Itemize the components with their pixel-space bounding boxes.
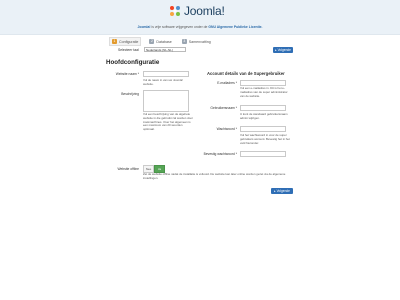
next-button-bottom[interactable]: ▸ Volgende [271,188,293,194]
step-configuration[interactable]: 1 Configuratie [109,37,142,46]
username-help: U kunt de standaard gebruikersnaam admin… [240,112,288,120]
step-database[interactable]: 2 Database [147,37,173,46]
site-name-label: Website naam * [115,72,139,76]
logo-text: Joomla! [184,4,225,18]
site-name-input[interactable] [143,71,189,77]
admin-heading: Account details van de Supergebruiker [207,71,285,76]
step-label: Samenvatting [188,39,211,44]
step-number: 1 [112,39,117,44]
username-label: Gebruikersnaam * [210,106,237,110]
next-button-top[interactable]: ▸ Volgende [273,47,293,53]
step-summary[interactable]: 3 Samenvatting [180,37,213,46]
main-heading: Hoofdconfiguratie [106,59,160,66]
step-label: Configuratie [119,39,139,44]
password-help: Vul het wachtwoord in voor de super gebr… [240,133,290,145]
password-input[interactable] [240,126,286,132]
description-label: Beschrijving [121,92,139,96]
offline-help: Zet de website offline nadat de installa… [143,172,286,180]
password-label: Wachtwoord * [216,127,237,131]
username-input[interactable] [240,105,286,111]
password-confirm-label: Bevestig wachtwoord * [203,152,237,156]
tagline-brand[interactable]: Joomla! [138,25,151,29]
description-textarea[interactable] [143,90,189,112]
header: Joomla! Joomla! is vrije software vrijge… [0,0,400,35]
step-number: 2 [149,39,155,44]
license-link[interactable]: GNU Algemene Publieke Licentie. [208,25,262,29]
tagline-text: is vrije software vrijgegeven onder de [150,25,209,29]
email-label: E-mailadres * [217,81,237,85]
site-name-help: Vul de naam in van uw Joomla! website. [143,78,184,86]
offline-label: Website offline [117,167,139,171]
email-help: Vul een e-mailadres in. Dit is het e-mai… [240,86,288,98]
step-label: Database [156,39,172,44]
language-select[interactable]: Nederlands (NL-NL) [144,47,186,52]
password-confirm-input[interactable] [240,151,286,157]
language-label: Selecteer taal [118,48,139,52]
joomla-logo: Joomla! [169,3,225,19]
step-number: 3 [181,39,187,44]
install-steps: 1 Configuratie 2 Database 3 Samenvatting [109,37,213,46]
joomla-logo-icon [170,6,180,16]
license-tagline: Joomla! is vrije software vrijgegeven on… [0,25,400,29]
description-help: Vul een beschrijving van de algehele web… [143,112,193,132]
